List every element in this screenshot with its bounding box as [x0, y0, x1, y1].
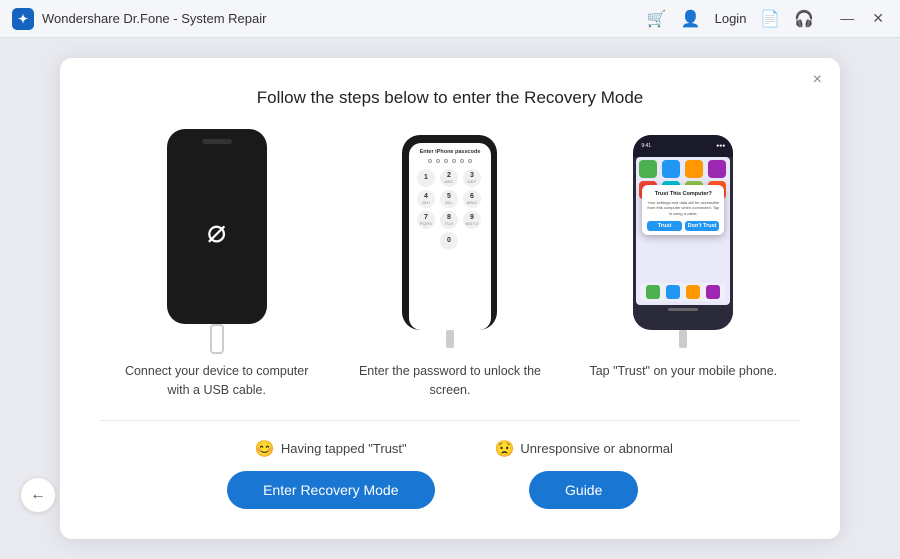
- option-abnormal: 😟 Unresponsive or abnormal Guide: [495, 439, 673, 509]
- titlebar-right: 🛒 👤 Login 📄 🎧 — ✕: [647, 8, 888, 29]
- passcode-dots: [428, 159, 472, 163]
- option-trust-label: 😊 Having tapped "Trust": [255, 439, 407, 459]
- step-3-illustration: 9:41 ●●●: [633, 136, 733, 346]
- dot6: [468, 159, 472, 163]
- user-icon[interactable]: 👤: [681, 9, 701, 29]
- numpad-1: 1: [417, 169, 435, 187]
- numpad-2: 2ABC: [440, 169, 458, 187]
- titlebar: ✦ Wondershare Dr.Fone - System Repair 🛒 …: [0, 0, 900, 38]
- trust-popup: Trust This Computer? Your settings and d…: [642, 185, 724, 236]
- dont-trust-button[interactable]: Don't Trust: [685, 221, 720, 231]
- steps-row: ⌀ Connect your device to computer with a…: [100, 136, 800, 400]
- window-controls: — ✕: [836, 8, 888, 29]
- step-2-desc: Enter the password to unlock the screen.: [350, 362, 550, 400]
- phone1-device: ⌀: [167, 129, 267, 324]
- usb-icon: ⌀: [207, 212, 226, 250]
- step-3-desc: Tap "Trust" on your mobile phone.: [589, 362, 777, 381]
- numpad-del: [463, 232, 483, 250]
- close-button[interactable]: ✕: [868, 8, 888, 29]
- guide-button[interactable]: Guide: [529, 471, 638, 509]
- step-2: Enter iPhone passcode: [350, 136, 550, 400]
- cart-icon[interactable]: 🛒: [647, 9, 667, 29]
- usb-cable-connector: [210, 324, 224, 354]
- main-area: × Follow the steps below to enter the Re…: [0, 38, 900, 559]
- option-abnormal-emoji: 😟: [495, 439, 515, 459]
- phone3-signal: ●●●: [716, 143, 725, 149]
- option-trust: 😊 Having tapped "Trust" Enter Recovery M…: [227, 439, 434, 509]
- dot2: [436, 159, 440, 163]
- step-1-illustration: ⌀: [167, 136, 267, 346]
- login-button[interactable]: Login: [715, 11, 747, 26]
- phone2-device: Enter iPhone passcode: [402, 135, 497, 330]
- dot1: [428, 159, 432, 163]
- dot5: [460, 159, 464, 163]
- step-3: 9:41 ●●●: [583, 136, 783, 381]
- minimize-button[interactable]: —: [836, 8, 858, 29]
- step-1: ⌀ Connect your device to computer with a…: [117, 136, 317, 400]
- dialog-title: Follow the steps below to enter the Reco…: [100, 88, 800, 108]
- bottom-row: 😊 Having tapped "Trust" Enter Recovery M…: [100, 439, 800, 509]
- phone3-screen: Trust This Computer? Your settings and d…: [636, 157, 730, 305]
- dock-row: [640, 283, 726, 301]
- passcode-title: Enter iPhone passcode: [420, 149, 481, 155]
- option-abnormal-text: Unresponsive or abnormal: [520, 441, 672, 456]
- titlebar-left: ✦ Wondershare Dr.Fone - System Repair: [12, 8, 266, 30]
- phone3-time: 9:41: [641, 143, 651, 149]
- app-icon-2: [662, 160, 680, 178]
- dock-icon-2: [666, 285, 680, 299]
- numpad-8: 8TUV: [440, 211, 458, 229]
- phone3-cable: [679, 330, 687, 348]
- dialog-close-button[interactable]: ×: [813, 72, 822, 88]
- numpad-9: 9WXYZ: [463, 211, 481, 229]
- app-icon: ✦: [12, 8, 34, 30]
- numpad-7: 7PQRS: [417, 211, 435, 229]
- document-icon[interactable]: 📄: [760, 9, 780, 29]
- home-indicator: [668, 308, 698, 311]
- dock-icon-1: [646, 285, 660, 299]
- numpad-0: 0: [440, 232, 458, 250]
- step-1-desc: Connect your device to computer with a U…: [117, 362, 317, 400]
- app-icon-4: [708, 160, 726, 178]
- dot3: [444, 159, 448, 163]
- phone2-screen: Enter iPhone passcode: [409, 143, 491, 330]
- enter-recovery-mode-button[interactable]: Enter Recovery Mode: [227, 471, 434, 509]
- dot4: [452, 159, 456, 163]
- trust-buttons: Trust Don't Trust: [647, 221, 719, 231]
- numpad-4: 4GHI: [417, 190, 435, 208]
- numpad-6: 6MNO: [463, 190, 481, 208]
- phone3-bottom-bar: [633, 305, 733, 315]
- numpad-3: 3DEF: [463, 169, 481, 187]
- app-title: Wondershare Dr.Fone - System Repair: [42, 11, 266, 26]
- app-icon-3: [685, 160, 703, 178]
- numpad-empty: [417, 232, 437, 250]
- dock-icon-4: [706, 285, 720, 299]
- numpad: 1 2ABC 3DEF 4GHI 5JKL 6MNO 7PQRS 8TUV 9W…: [413, 169, 487, 250]
- phone3-status-bar: 9:41 ●●●: [633, 135, 733, 157]
- phone2-cable: [446, 330, 454, 348]
- trust-button[interactable]: Trust: [647, 221, 682, 231]
- numpad-5: 5JKL: [440, 190, 458, 208]
- option-trust-text: Having tapped "Trust": [281, 441, 407, 456]
- headset-icon[interactable]: 🎧: [794, 9, 814, 29]
- trust-title: Trust This Computer?: [647, 191, 719, 197]
- back-button[interactable]: ←: [20, 477, 56, 513]
- dock-icon-3: [686, 285, 700, 299]
- option-trust-emoji: 😊: [255, 439, 275, 459]
- divider: [100, 420, 800, 421]
- trust-body: Your settings and data will be accessibl…: [647, 200, 719, 217]
- app-icon-1: [639, 160, 657, 178]
- phone3-device: 9:41 ●●●: [633, 135, 733, 330]
- dialog-card: × Follow the steps below to enter the Re…: [60, 58, 840, 539]
- step-2-illustration: Enter iPhone passcode: [402, 136, 497, 346]
- option-abnormal-label: 😟 Unresponsive or abnormal: [495, 439, 673, 459]
